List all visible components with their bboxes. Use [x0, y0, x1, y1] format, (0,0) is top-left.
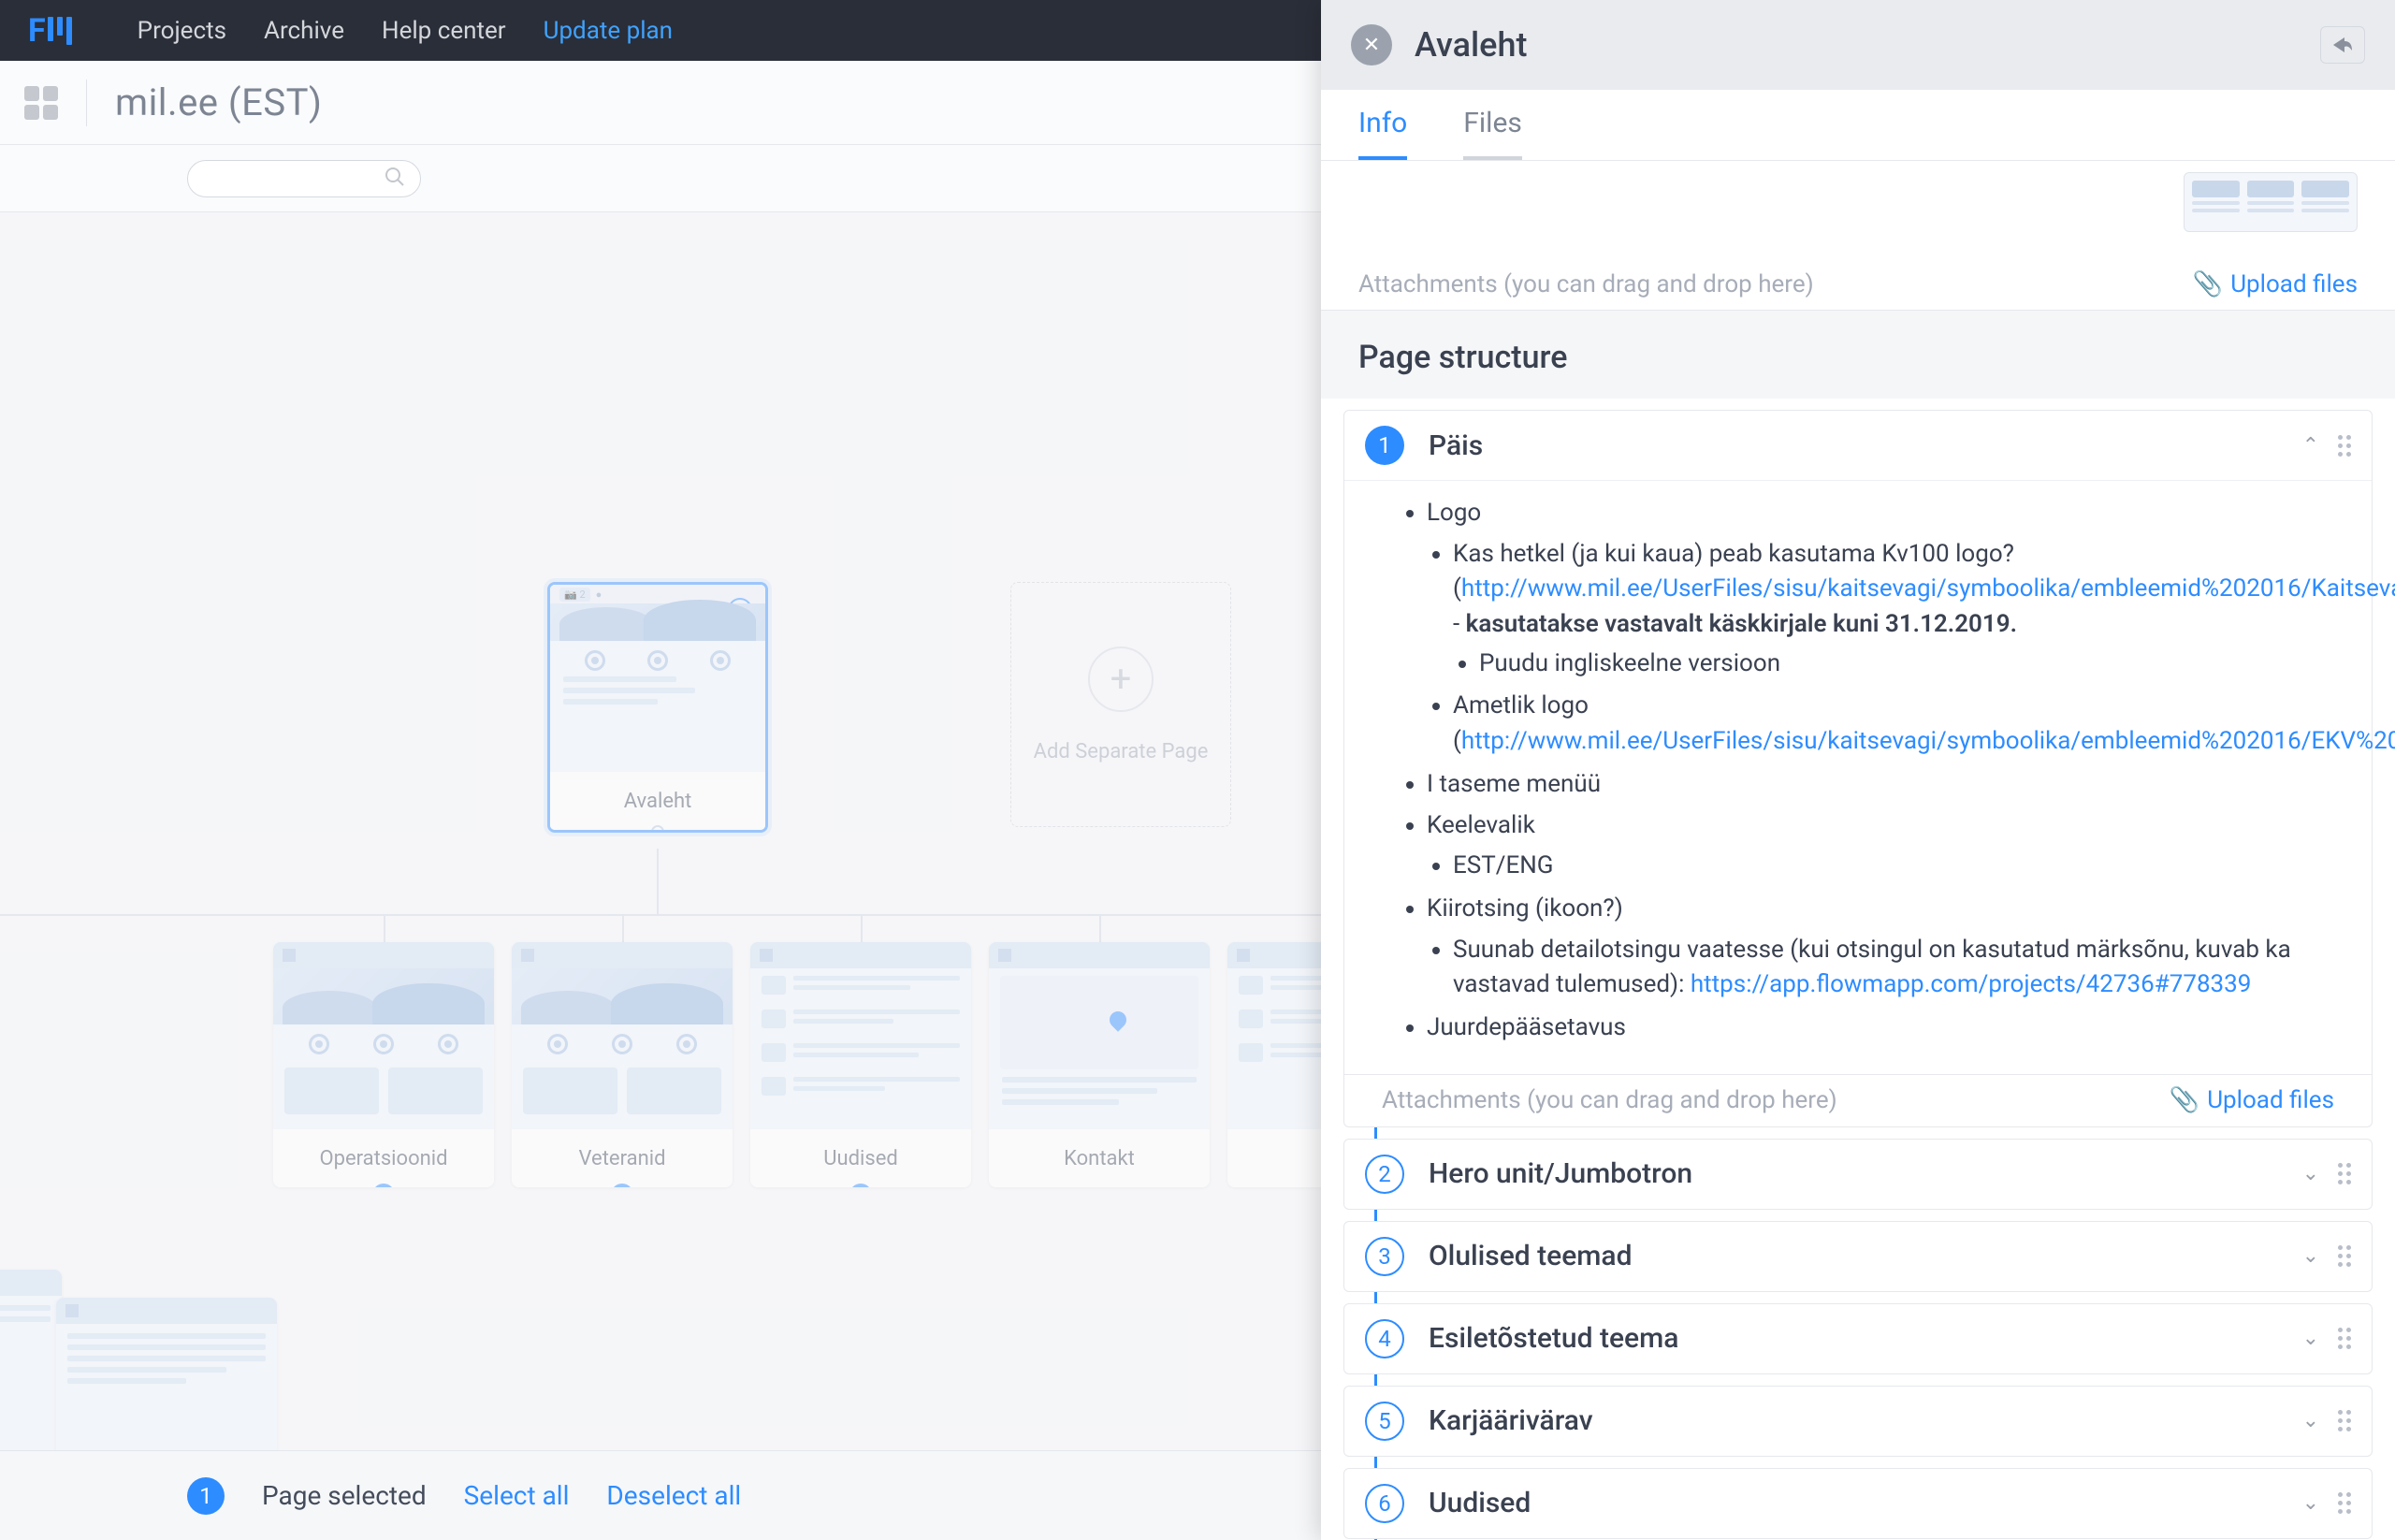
page-details-panel: ✕ Avaleht Info Files Attachments (you ca…: [1321, 0, 2395, 1540]
structure-item-header[interactable]: 4 Esiletõstetud teema ⌄: [1344, 1304, 2372, 1373]
structure-title: Olulised teemad: [1429, 1240, 1633, 1272]
chevron-down-icon: ⌄: [2302, 1162, 2319, 1185]
page-card-veteranid[interactable]: Veteranid ▾: [512, 942, 733, 1187]
structure-title: Karjäärivärav: [1429, 1404, 1593, 1437]
search-icon: [385, 167, 405, 191]
paperclip-icon: 📎: [2170, 1086, 2199, 1114]
page-label: Operatsioonid: [273, 1129, 494, 1187]
search-input[interactable]: [187, 160, 421, 197]
link-kv100-pdf[interactable]: http://www.mil.ee/UserFiles/sisu/kaitsev…: [1461, 574, 2395, 603]
paperclip-icon: 📎: [2193, 270, 2223, 298]
upload-label: Upload files: [2230, 270, 2358, 298]
structure-number: 4: [1365, 1319, 1404, 1358]
structure-item-header[interactable]: 1 Päis ⌃: [1344, 411, 2372, 480]
link-flowmapp[interactable]: https://app.flowmapp.com/projects/42736#…: [1691, 970, 2252, 998]
chevron-down-icon: ⌄: [2302, 1327, 2319, 1350]
chevron-down-icon: ⌄: [2302, 1244, 2319, 1268]
nav-projects[interactable]: Projects: [138, 17, 226, 45]
structure-content: Logo Kas hetkel (ja kui kaua) peab kasut…: [1344, 480, 2372, 1074]
attachments-dropzone[interactable]: Attachments (you can drag and drop here)…: [1321, 258, 2395, 311]
nav-update-plan[interactable]: Update plan: [544, 17, 673, 45]
drag-handle-icon[interactable]: [2338, 1163, 2351, 1184]
structure-title: Hero unit/Jumbotron: [1429, 1157, 1692, 1190]
drag-handle-icon[interactable]: [2338, 1410, 2351, 1431]
close-icon: ✕: [1363, 34, 1380, 57]
chevron-up-icon: ⌃: [2302, 434, 2319, 458]
close-panel-button[interactable]: ✕: [1351, 24, 1392, 65]
page-card-partial-left-1[interactable]: [0, 1270, 62, 1457]
upload-files-button[interactable]: 📎 Upload files: [2170, 1086, 2334, 1114]
select-all-button[interactable]: Select all: [464, 1480, 570, 1511]
structure-title: Päis: [1429, 429, 1483, 462]
structure-item-header[interactable]: 5 Karjäärivärav ⌄: [1344, 1387, 2372, 1456]
app-logo[interactable]: F: [28, 12, 72, 50]
structure-number: 2: [1365, 1155, 1404, 1194]
page-label: Veteranid: [512, 1129, 733, 1187]
page-card-uudised[interactable]: Uudised ▾: [750, 942, 971, 1187]
structure-item-4: 4 Esiletõstetud teema ⌄: [1343, 1303, 2373, 1374]
structure-number: 5: [1365, 1402, 1404, 1441]
page-label: Uudised: [750, 1129, 971, 1187]
panel-tab-info[interactable]: Info: [1358, 107, 1407, 160]
upload-files-button[interactable]: 📎 Upload files: [2193, 270, 2358, 298]
drag-handle-icon[interactable]: [2338, 435, 2351, 457]
structure-title: Esiletõstetud teema: [1429, 1322, 1678, 1355]
structure-item-header[interactable]: 2 Hero unit/Jumbotron ⌄: [1344, 1140, 2372, 1209]
add-separate-page[interactable]: + Add Separate Page: [1010, 582, 1231, 827]
panel-title: Avaleht: [1415, 25, 1527, 65]
project-title: mil.ee (EST): [115, 80, 322, 124]
panel-tabs: Info Files: [1321, 90, 2395, 161]
structure-number: 6: [1365, 1484, 1404, 1523]
structure-item-6: 6 Uudised ⌄: [1343, 1468, 2373, 1539]
upload-label: Upload files: [2207, 1086, 2334, 1114]
share-icon: [2331, 36, 2354, 54]
page-label: Avaleht: [550, 772, 765, 830]
structure-number: 1: [1365, 426, 1404, 465]
template-thumbnail[interactable]: [2184, 172, 2358, 232]
attachments-hint: Attachments (you can drag and drop here): [1382, 1086, 1837, 1114]
drag-handle-icon[interactable]: [2338, 1328, 2351, 1349]
divider: [86, 80, 87, 126]
chevron-down-icon: ⌄: [2302, 1491, 2319, 1515]
structure-item-2: 2 Hero unit/Jumbotron ⌄: [1343, 1139, 2373, 1210]
attachments-dropzone-item[interactable]: Attachments (you can drag and drop here)…: [1344, 1074, 2372, 1126]
chevron-down-icon: ⌄: [2302, 1409, 2319, 1432]
nav-archive[interactable]: Archive: [264, 17, 344, 45]
link-ekv-pdf[interactable]: http://www.mil.ee/UserFiles/sisu/kaitsev…: [1461, 727, 2395, 755]
panel-tab-files[interactable]: Files: [1463, 107, 1522, 160]
panel-header: ✕ Avaleht: [1321, 0, 2395, 90]
structure-item-header[interactable]: 6 Uudised ⌄: [1344, 1469, 2372, 1538]
page-label: Kontakt: [989, 1129, 1210, 1187]
page-card-operatsioonid[interactable]: Operatsioonid ▾: [273, 942, 494, 1187]
plus-icon: +: [1088, 647, 1154, 712]
structure-item-1: 1 Päis ⌃ Logo Kas hetkel (ja kui kaua) p…: [1343, 410, 2373, 1127]
panel-body[interactable]: Attachments (you can drag and drop here)…: [1321, 161, 2395, 1540]
structure-item-header[interactable]: 3 Olulised teemad ⌄: [1344, 1222, 2372, 1291]
nav-help[interactable]: Help center: [382, 17, 506, 45]
attachments-hint: Attachments (you can drag and drop here): [1358, 270, 1814, 298]
selection-label: Page selected: [262, 1480, 427, 1511]
apps-icon[interactable]: [24, 86, 58, 120]
page-structure-heading: Page structure: [1321, 311, 2395, 399]
structure-item-3: 3 Olulised teemad ⌄: [1343, 1221, 2373, 1292]
structure-title: Uudised: [1429, 1487, 1531, 1519]
structure-number: 3: [1365, 1237, 1404, 1276]
share-button[interactable]: [2320, 26, 2365, 64]
selection-count: 1: [187, 1477, 225, 1515]
comment-count: 2: [579, 588, 585, 601]
structure-item-5: 5 Karjäärivärav ⌄: [1343, 1386, 2373, 1457]
drag-handle-icon[interactable]: [2338, 1492, 2351, 1514]
add-separate-label: Add Separate Page: [1034, 740, 1209, 763]
deselect-all-button[interactable]: Deselect all: [606, 1480, 741, 1511]
page-card-kontakt[interactable]: Kontakt: [989, 942, 1210, 1187]
drag-handle-icon[interactable]: [2338, 1245, 2351, 1267]
page-card-avaleht[interactable]: ✓ 📷 2● Avaleht: [547, 582, 768, 833]
